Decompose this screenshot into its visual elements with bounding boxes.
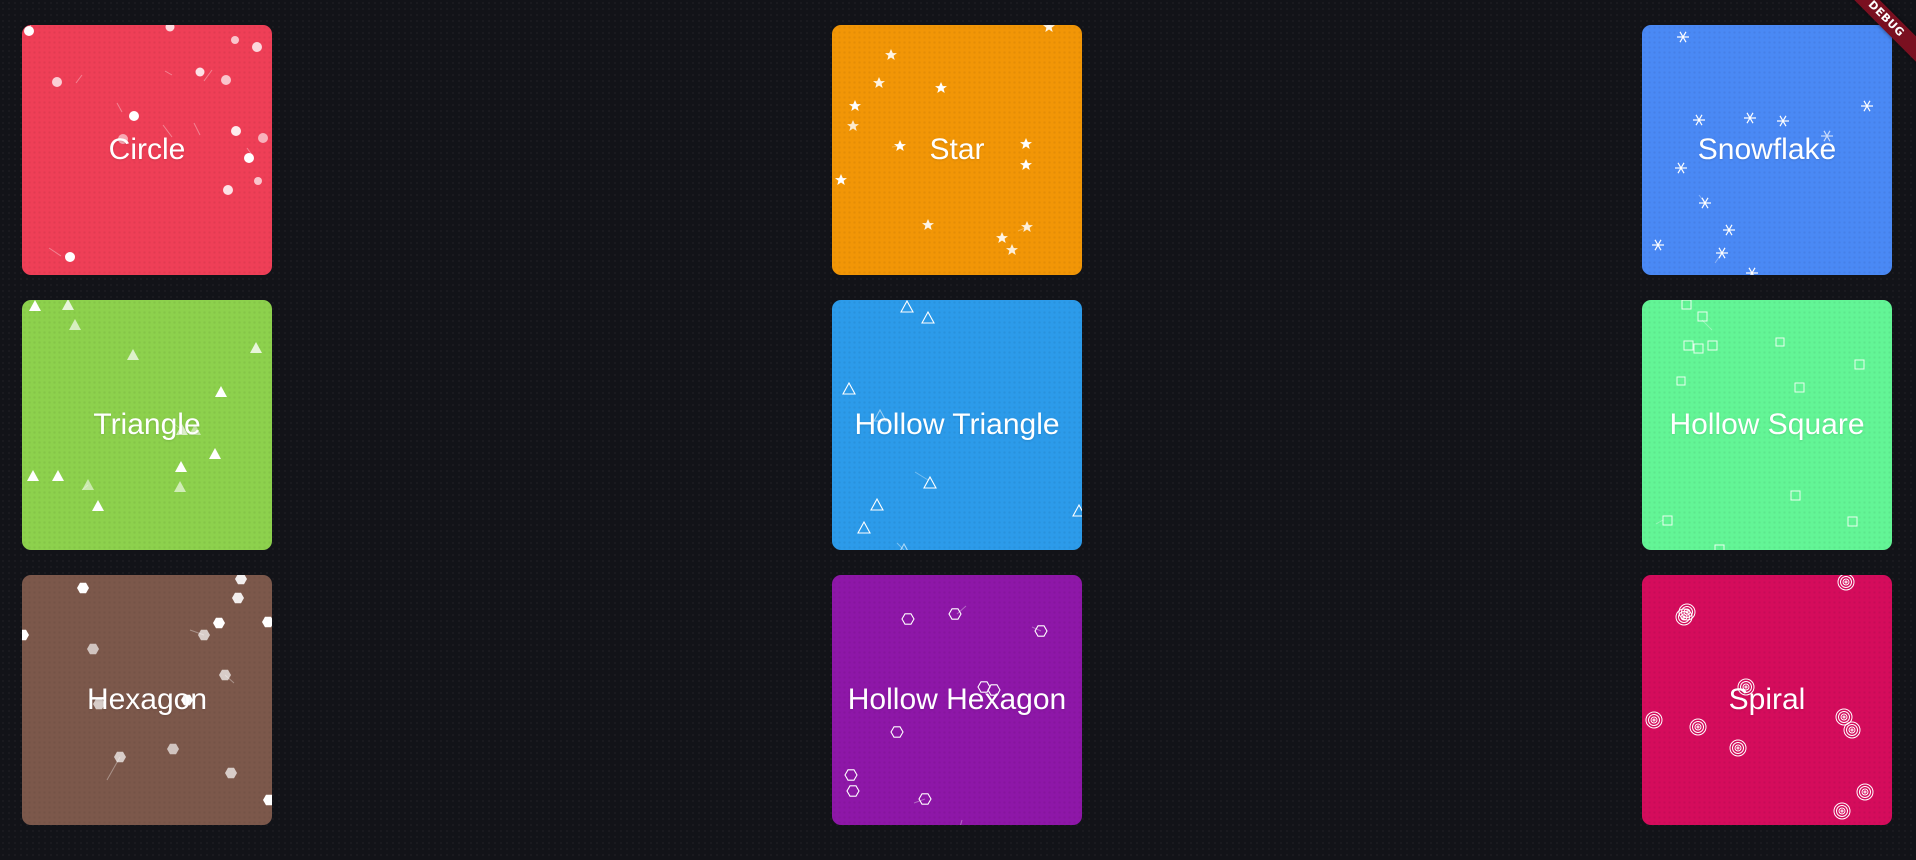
effects-grid: Circle Star Snowflake Triangle Hollow Tr…: [0, 0, 1916, 860]
tile-triangle[interactable]: Triangle: [22, 300, 272, 550]
tile-label: Spiral: [1728, 683, 1806, 716]
tile-label: Hollow Hexagon: [847, 683, 1067, 716]
tile-label: Circle: [108, 133, 186, 166]
tile-label: Star: [929, 133, 985, 166]
tile-circle[interactable]: Circle: [22, 25, 272, 275]
tile-star[interactable]: Star: [832, 25, 1082, 275]
tile-hollow-triangle[interactable]: Hollow Triangle: [832, 300, 1082, 550]
tile-hollow-hexagon[interactable]: Hollow Hexagon: [832, 575, 1082, 825]
tile-label: Hollow Square: [1669, 408, 1865, 441]
tile-snowflake[interactable]: Snowflake: [1642, 25, 1892, 275]
tile-label: Hollow Triangle: [854, 408, 1060, 441]
tile-label: Snowflake: [1697, 133, 1837, 166]
tile-hexagon[interactable]: Hexagon: [22, 575, 272, 825]
tile-spiral[interactable]: Spiral: [1642, 575, 1892, 825]
tile-label: Triangle: [93, 408, 201, 441]
tile-label: Hexagon: [86, 683, 208, 716]
tile-hollow-square[interactable]: Hollow Square: [1642, 300, 1892, 550]
